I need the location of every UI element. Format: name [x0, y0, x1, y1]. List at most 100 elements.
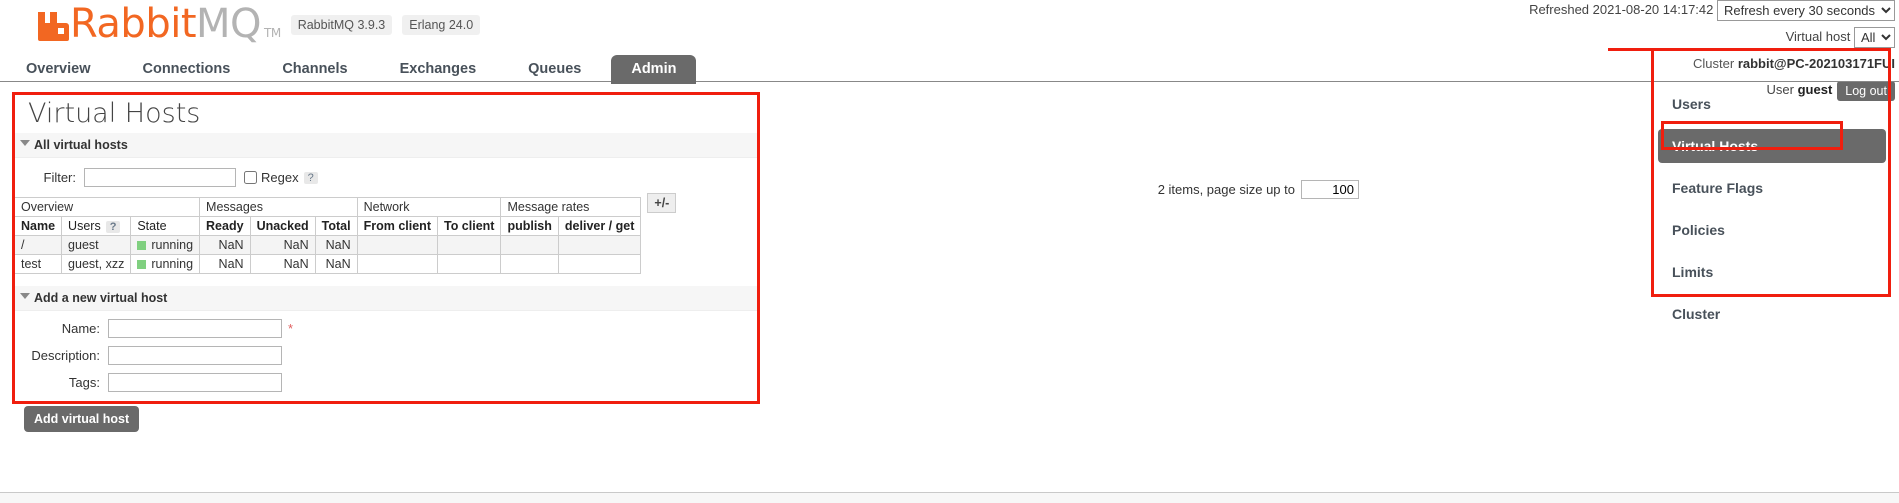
cell-name[interactable]: /	[13, 235, 63, 255]
cell-state: running	[130, 235, 201, 255]
table-column-header-row: Name Users? State Ready Unacked Total Fr…	[13, 216, 642, 236]
cell-state-label: running	[151, 238, 194, 252]
cell-total: NaN	[314, 235, 358, 255]
cell-state: running	[130, 254, 201, 274]
all-virtual-hosts-heading: All virtual hosts	[34, 138, 128, 152]
cell-unacked: NaN	[249, 235, 316, 255]
users-help-icon[interactable]: ?	[105, 221, 121, 233]
regex-checkbox-wrapper[interactable]: Regex ?	[244, 170, 318, 185]
table-row[interactable]: / guest running NaN NaN NaN	[13, 235, 642, 255]
page-size-input[interactable]	[1301, 180, 1359, 199]
rabbitmq-management-page: RabbitMQ TM RabbitMQ 3.9.3 Erlang 24.0 Re…	[0, 0, 1899, 503]
state-indicator-icon	[137, 241, 147, 250]
column-header-ready[interactable]: Ready	[199, 216, 251, 236]
description-label: Description:	[31, 348, 100, 363]
vhost-filter-select[interactable]: All	[1854, 27, 1895, 49]
sidebar-item-virtual-hosts[interactable]: Virtual Hosts	[1658, 129, 1886, 163]
collapse-arrow-icon	[20, 293, 30, 299]
refresh-row: Refreshed 2021-08-20 14:17:42 Refresh ev…	[1529, 0, 1895, 22]
item-count-label: 2 items, page size up to	[1157, 182, 1295, 197]
name-input[interactable]	[108, 319, 282, 338]
tab-overview[interactable]: Overview	[4, 55, 113, 84]
virtual-hosts-table: Overview Messages Network Message rates …	[13, 197, 642, 274]
version-badge-rabbitmq: RabbitMQ 3.9.3	[290, 15, 393, 35]
sidebar-item-users[interactable]: Users	[1658, 87, 1886, 121]
tags-input[interactable]	[108, 373, 282, 392]
filter-label: Filter:	[43, 170, 77, 185]
cell-deliver-get	[557, 235, 642, 255]
refresh-interval-select[interactable]: Refresh every 30 seconds	[1717, 0, 1895, 22]
cell-publish	[500, 254, 559, 274]
brand-logo[interactable]: RabbitMQ TM RabbitMQ 3.9.3 Erlang 24.0	[36, 1, 481, 47]
cell-ready: NaN	[199, 235, 251, 255]
logo-brand-first: Rabbit	[70, 1, 197, 47]
page-title: Virtual Hosts	[28, 98, 201, 129]
description-input[interactable]	[108, 346, 282, 365]
group-header-overview: Overview	[13, 197, 201, 217]
regex-checkbox[interactable]	[244, 171, 257, 184]
column-header-users[interactable]: Users?	[61, 216, 132, 236]
form-row-name: Name: *	[14, 319, 760, 338]
table-wrapper: Overview Messages Network Message rates …	[13, 193, 760, 274]
version-badge-erlang: Erlang 24.0	[402, 15, 481, 35]
filter-input[interactable]	[84, 168, 236, 187]
regex-help-icon[interactable]: ?	[303, 171, 318, 184]
group-header-message-rates: Message rates	[500, 197, 642, 217]
regex-label: Regex	[261, 170, 299, 185]
cell-ready: NaN	[199, 254, 251, 274]
annotation-strikethrough-cluster	[1608, 48, 1890, 51]
footer-band	[0, 493, 1899, 503]
name-label: Name:	[61, 321, 100, 336]
cell-to-client	[436, 254, 502, 274]
tags-label: Tags:	[68, 375, 100, 390]
column-header-to-client[interactable]: To client	[436, 216, 502, 236]
column-header-publish[interactable]: publish	[500, 216, 559, 236]
column-header-name[interactable]: Name	[13, 216, 63, 236]
tab-admin[interactable]: Admin	[611, 55, 697, 84]
cell-to-client	[436, 235, 502, 255]
sidebar-item-cluster[interactable]: Cluster	[1658, 297, 1886, 331]
tab-exchanges[interactable]: Exchanges	[378, 55, 499, 84]
main-navigation: Overview Connections Channels Exchanges …	[0, 55, 1899, 84]
column-header-unacked[interactable]: Unacked	[249, 216, 316, 236]
add-virtual-host-button[interactable]: Add virtual host	[24, 406, 140, 432]
column-header-users-label: Users	[68, 219, 101, 233]
cell-unacked: NaN	[249, 254, 316, 274]
tab-connections[interactable]: Connections	[121, 55, 253, 84]
group-header-network: Network	[356, 197, 502, 217]
column-header-deliver-get[interactable]: deliver / get	[557, 216, 642, 236]
tab-queues[interactable]: Queues	[506, 55, 603, 84]
table-row[interactable]: test guest, xzz running NaN NaN NaN	[13, 254, 642, 274]
cell-publish	[500, 235, 559, 255]
all-virtual-hosts-section-header[interactable]: All virtual hosts	[14, 133, 760, 158]
state-indicator-icon	[137, 260, 147, 269]
cell-from-client	[356, 254, 438, 274]
admin-sidebar: Users Virtual Hosts Feature Flags Polici…	[1658, 87, 1886, 339]
cell-users: guest	[61, 235, 132, 255]
collapse-arrow-icon	[20, 140, 30, 146]
add-virtual-host-section: Add a new virtual host Name: * Descripti…	[14, 286, 760, 432]
cell-name[interactable]: test	[13, 254, 63, 274]
add-virtual-host-section-header[interactable]: Add a new virtual host	[14, 286, 760, 311]
vhost-filter-label: Virtual host	[1785, 29, 1851, 45]
sidebar-item-limits[interactable]: Limits	[1658, 255, 1886, 289]
nav-tab-list: Overview Connections Channels Exchanges …	[0, 55, 1899, 84]
toggle-columns-button[interactable]: +/-	[647, 193, 677, 213]
logo-brand-second: MQ	[196, 1, 262, 47]
table-body: / guest running NaN NaN NaN test guest, …	[13, 235, 642, 274]
cell-users: guest, xzz	[61, 254, 132, 274]
main-content: Virtual Hosts All virtual hosts Filter: …	[13, 92, 760, 432]
add-virtual-host-heading: Add a new virtual host	[34, 291, 168, 305]
tab-channels[interactable]: Channels	[260, 55, 369, 84]
refreshed-timestamp: Refreshed 2021-08-20 14:17:42	[1529, 2, 1714, 17]
form-row-description: Description:	[14, 346, 760, 365]
column-header-total[interactable]: Total	[314, 216, 358, 236]
column-header-state[interactable]: State	[130, 216, 201, 236]
sidebar-item-feature-flags[interactable]: Feature Flags	[1658, 171, 1886, 205]
filter-row: Filter: Regex ?	[14, 158, 760, 193]
logo-trademark: TM	[264, 26, 281, 40]
table-head: Overview Messages Network Message rates …	[13, 197, 642, 236]
table-group-header-row: Overview Messages Network Message rates	[13, 197, 642, 217]
column-header-from-client[interactable]: From client	[356, 216, 438, 236]
sidebar-item-policies[interactable]: Policies	[1658, 213, 1886, 247]
